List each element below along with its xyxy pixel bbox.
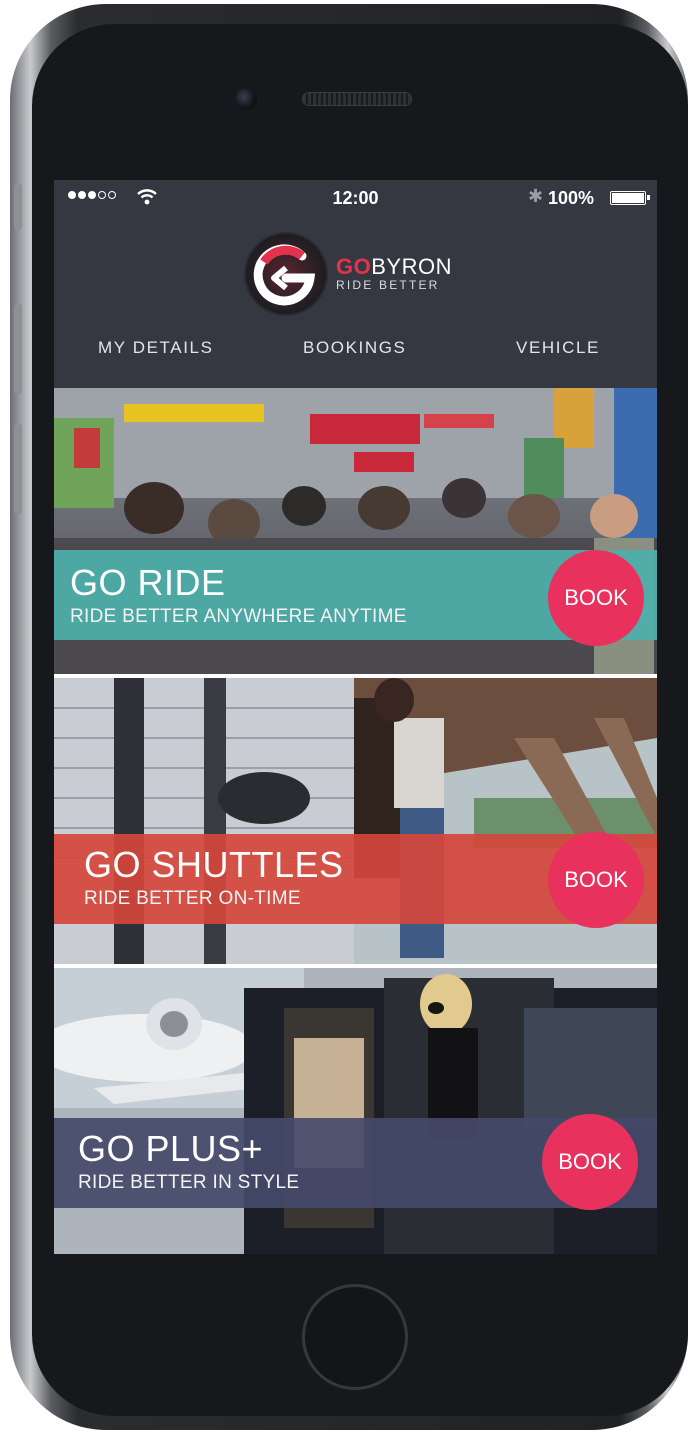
status-bar: 12:00 ✱ 100%	[54, 180, 657, 216]
battery-percentage: 100%	[548, 188, 595, 208]
battery-icon	[610, 191, 650, 205]
brand-tagline: RIDE BETTER	[336, 278, 440, 292]
brand-name-go: GO	[336, 254, 372, 279]
brand-name-byron: BYRON	[371, 254, 452, 279]
service-card-go-shuttles[interactable]: GO SHUTTLES RIDE BETTER ON-TIME BOOK	[54, 678, 657, 964]
service-card-go-ride[interactable]: GO RIDE RIDE BETTER ANYWHERE ANYTIME BOO…	[54, 388, 657, 674]
go-shuttles-title: GO SHUTTLES	[84, 844, 344, 885]
top-navigation: MY DETAILS BOOKINGS VEHICLE	[54, 338, 657, 368]
volume-up-button	[14, 304, 22, 394]
go-plus-photo	[54, 968, 657, 1254]
go-ride-subtitle: RIDE BETTER ANYWHERE ANYTIME	[70, 606, 407, 627]
go-shuttles-book-button[interactable]: BOOK	[548, 832, 644, 928]
go-ride-book-button[interactable]: BOOK	[548, 550, 644, 646]
service-card-go-plus[interactable]: GO PLUS+ RIDE BETTER IN STYLE BOOK	[54, 968, 657, 1254]
go-plus-title: GO PLUS+	[78, 1128, 264, 1169]
home-button[interactable]	[302, 1284, 408, 1390]
bluetooth-icon: ✱	[528, 186, 544, 206]
go-shuttles-subtitle: RIDE BETTER ON-TIME	[84, 888, 301, 909]
brand-name: GOBYRON	[336, 254, 452, 280]
go-ride-title: GO RIDE	[70, 562, 226, 603]
nav-vehicle[interactable]: VEHICLE	[516, 338, 600, 358]
go-plus-book-button[interactable]: BOOK	[542, 1114, 638, 1210]
nav-bookings[interactable]: BOOKINGS	[303, 338, 407, 358]
front-camera	[235, 88, 257, 110]
app-logo: GOBYRON RIDE BETTER	[244, 232, 474, 316]
nav-my-details[interactable]: MY DETAILS	[98, 338, 214, 358]
mute-switch	[14, 184, 22, 230]
earpiece-speaker	[302, 92, 412, 106]
go-plus-subtitle: RIDE BETTER IN STYLE	[78, 1172, 300, 1193]
volume-down-button	[14, 424, 22, 514]
logo-g-icon	[244, 232, 328, 316]
app-screen: 12:00 ✱ 100% GOBYRON RIDE BETTER MY DETA…	[54, 180, 657, 1254]
